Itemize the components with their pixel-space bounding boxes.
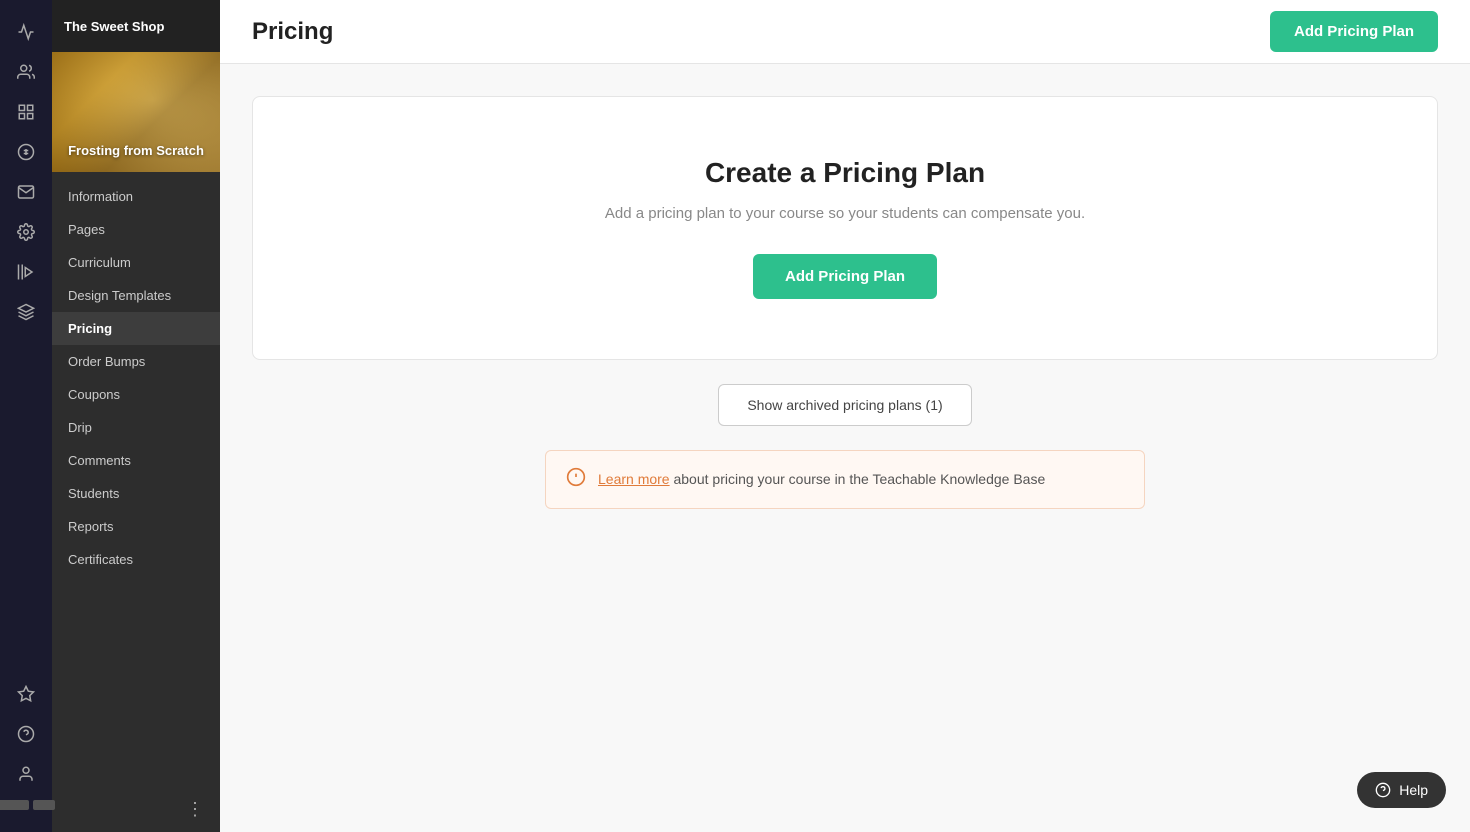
nav-item-reports[interactable]: Reports xyxy=(52,510,220,543)
dollar-nav-icon[interactable] xyxy=(8,134,44,170)
main-content: Pricing Add Pricing Plan Create a Pricin… xyxy=(220,0,1470,832)
nav-item-drip[interactable]: Drip xyxy=(52,411,220,444)
library-nav-icon[interactable] xyxy=(8,254,44,290)
course-image: Frosting from Scratch xyxy=(52,52,220,172)
course-sidebar: The Sweet Shop Frosting from Scratch Inf… xyxy=(52,0,220,832)
sidebar-more-options[interactable]: ⋮ xyxy=(178,795,212,824)
nav-item-coupons[interactable]: Coupons xyxy=(52,378,220,411)
settings-nav-icon[interactable] xyxy=(8,214,44,250)
info-banner-static-text: about pricing your course in the Teachab… xyxy=(670,471,1046,487)
page-title: Pricing xyxy=(252,18,333,46)
mail-nav-icon[interactable] xyxy=(8,174,44,210)
help-button[interactable]: Help xyxy=(1357,772,1446,808)
nav-item-order-bumps[interactable]: Order Bumps xyxy=(52,345,220,378)
add-pricing-plan-button-top[interactable]: Add Pricing Plan xyxy=(1270,11,1438,52)
users-nav-icon[interactable] xyxy=(8,54,44,90)
empty-state-subtitle: Add a pricing plan to your course so you… xyxy=(605,205,1085,222)
team-nav-icon[interactable] xyxy=(8,756,44,792)
course-navigation: Information Pages Curriculum Design Temp… xyxy=(52,172,220,791)
app-title-text: The Sweet Shop xyxy=(64,19,164,34)
empty-state-card: Create a Pricing Plan Add a pricing plan… xyxy=(252,96,1438,360)
nav-item-certificates[interactable]: Certificates xyxy=(52,543,220,576)
nav-item-pages[interactable]: Pages xyxy=(52,213,220,246)
learn-more-link[interactable]: Learn more xyxy=(598,471,670,487)
info-icon xyxy=(566,467,586,492)
left-icon-sidebar xyxy=(0,0,52,832)
add-pricing-plan-button-center[interactable]: Add Pricing Plan xyxy=(753,254,937,299)
content-area: Create a Pricing Plan Add a pricing plan… xyxy=(220,64,1470,832)
integrations-nav-icon[interactable] xyxy=(8,294,44,330)
nav-item-pricing[interactable]: Pricing xyxy=(52,312,220,345)
bottom-bar-1 xyxy=(0,800,29,810)
analytics-nav-icon[interactable] xyxy=(8,14,44,50)
nav-item-students[interactable]: Students xyxy=(52,477,220,510)
top-bar: Pricing Add Pricing Plan xyxy=(220,0,1470,64)
nav-item-design-templates[interactable]: Design Templates xyxy=(52,279,220,312)
help-button-label: Help xyxy=(1399,782,1428,798)
bottom-bar-2 xyxy=(33,800,55,810)
dashboard-nav-icon[interactable] xyxy=(8,94,44,130)
nav-item-comments[interactable]: Comments xyxy=(52,444,220,477)
help-nav-icon[interactable] xyxy=(8,716,44,752)
course-name: Frosting from Scratch xyxy=(56,135,216,172)
nav-item-information[interactable]: Information xyxy=(52,180,220,213)
empty-state-title: Create a Pricing Plan xyxy=(705,157,985,189)
info-banner: Learn more about pricing your course in … xyxy=(545,450,1145,509)
show-archived-button[interactable]: Show archived pricing plans (1) xyxy=(718,384,971,426)
nav-item-curriculum[interactable]: Curriculum xyxy=(52,246,220,279)
info-banner-text: Learn more about pricing your course in … xyxy=(598,469,1045,490)
favorites-nav-icon[interactable] xyxy=(8,676,44,712)
app-title: The Sweet Shop xyxy=(52,0,220,52)
